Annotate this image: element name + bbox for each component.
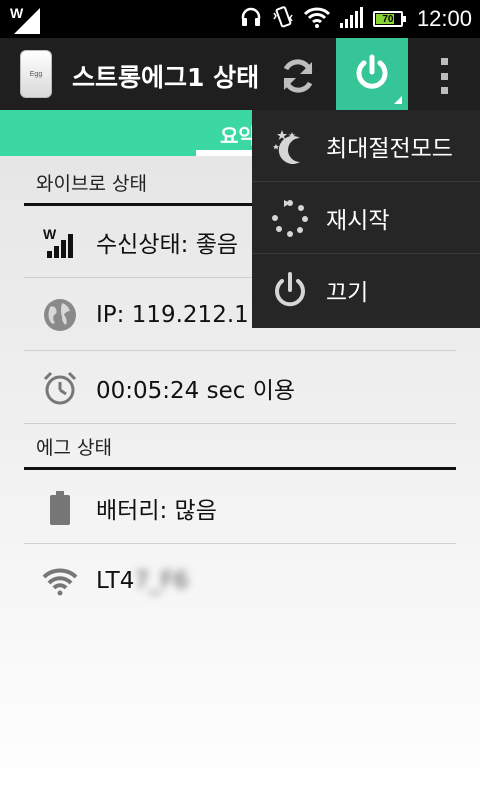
overflow-menu-button[interactable] bbox=[430, 56, 458, 96]
svg-text:W: W bbox=[43, 226, 57, 242]
menu-item-label: 재시작 bbox=[326, 207, 390, 234]
wifi-ssid-blurred: 7_F6 bbox=[134, 568, 189, 594]
restart-icon bbox=[270, 198, 310, 238]
power-button[interactable] bbox=[336, 38, 408, 110]
carrier-w-icon: W bbox=[10, 4, 42, 34]
vibrate-icon bbox=[271, 5, 295, 33]
power-off-icon bbox=[270, 270, 310, 310]
list-item: 00:05:24 sec 이용 bbox=[24, 352, 456, 424]
battery-status-icon bbox=[40, 488, 80, 528]
section-header-egg: 에그 상태 bbox=[24, 426, 456, 470]
power-icon bbox=[352, 52, 392, 96]
app-icon-label: Egg bbox=[29, 70, 43, 78]
moon-stars-icon bbox=[270, 126, 310, 166]
ip-address-text: IP: 119.212.1 bbox=[96, 301, 249, 328]
wifi-ssid-visible: LT4 bbox=[96, 568, 135, 594]
clock: 12:00 bbox=[416, 6, 472, 31]
wifi-status-icon bbox=[40, 561, 80, 601]
globe-icon bbox=[40, 295, 80, 335]
signal-icon bbox=[339, 5, 365, 33]
menu-item-power-off[interactable]: 끄기 bbox=[252, 254, 480, 326]
svg-text:W: W bbox=[10, 5, 24, 21]
wibro-signal-icon: W bbox=[40, 222, 80, 262]
battery-icon: 70 bbox=[372, 11, 406, 27]
wifi-icon bbox=[303, 5, 331, 33]
menu-item-label: 최대절전모드 bbox=[326, 135, 453, 162]
power-dropdown-menu: 최대절전모드 재시작 끄기 bbox=[252, 110, 480, 328]
signal-status-text: 수신상태: 좋음 bbox=[96, 231, 239, 258]
alarm-clock-icon bbox=[40, 368, 80, 408]
app-icon[interactable]: Egg bbox=[20, 50, 52, 98]
menu-item-label: 끄기 bbox=[326, 280, 369, 306]
usage-time-text: 00:05:24 sec 이용 bbox=[96, 377, 296, 404]
overflow-menu-icon bbox=[440, 58, 448, 65]
action-bar: Egg 스트롱에그1 상태 bbox=[0, 38, 480, 110]
menu-item-hibernate[interactable]: 최대절전모드 bbox=[252, 110, 480, 182]
menu-item-restart[interactable]: 재시작 bbox=[252, 182, 480, 254]
refresh-icon bbox=[276, 59, 320, 102]
page-title: 스트롱에그1 상태 bbox=[72, 63, 260, 92]
wifi-ssid-text: LT47_F6 bbox=[96, 568, 188, 594]
battery-level-text: 70 bbox=[382, 13, 394, 25]
list-item: 배터리: 많음 bbox=[24, 472, 456, 544]
refresh-button[interactable] bbox=[276, 54, 320, 98]
status-bar: W 70 12:00 bbox=[0, 0, 480, 38]
headset-icon bbox=[239, 5, 263, 33]
battery-status-text: 배터리: 많음 bbox=[96, 497, 217, 524]
list-item: LT47_F6 bbox=[24, 545, 456, 617]
